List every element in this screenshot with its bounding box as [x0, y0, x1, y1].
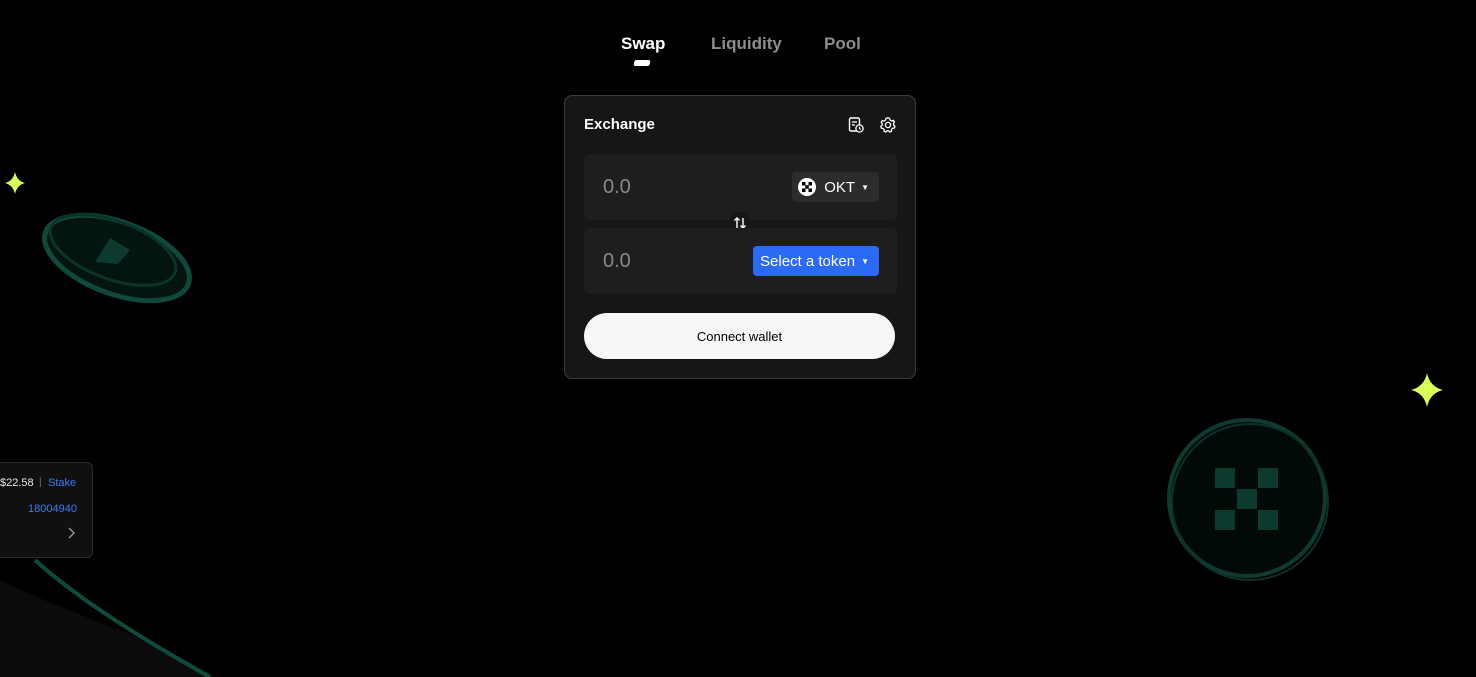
connect-wallet-button[interactable]: Connect wallet: [584, 313, 895, 359]
from-token-row: OKT ▼: [584, 154, 897, 220]
sparkle-icon: [5, 172, 25, 194]
caret-down-icon: ▼: [861, 182, 869, 192]
coin-decoration: [42, 212, 192, 304]
history-icon[interactable]: [847, 116, 865, 134]
token-info-widget: $22.58 | Stake 18004940: [0, 462, 93, 558]
tab-liquidity[interactable]: Liquidity: [711, 34, 782, 54]
tab-swap[interactable]: Swap: [621, 34, 665, 54]
okx-emblem-decoration: [1167, 418, 1329, 581]
chevron-right-icon[interactable]: [66, 526, 76, 540]
stake-link[interactable]: Stake: [48, 477, 76, 489]
select-token-button[interactable]: Select a token ▼: [753, 246, 879, 276]
exchange-title: Exchange: [584, 116, 655, 133]
from-token-symbol: OKT: [824, 178, 856, 196]
swap-nav-tabs: Swap Liquidity Pool: [600, 34, 880, 74]
from-amount-input[interactable]: [584, 154, 774, 220]
tab-pool[interactable]: Pool: [824, 34, 861, 54]
separator: |: [39, 477, 42, 488]
active-tab-indicator: [633, 60, 651, 66]
select-token-label: Select a token: [760, 252, 856, 270]
settings-gear-icon[interactable]: [879, 116, 897, 134]
sparkle-icon: [1411, 373, 1443, 407]
exchange-card: Exchange OKT ▼: [564, 95, 916, 379]
block-number-link[interactable]: 18004940: [28, 503, 77, 515]
from-token-selector[interactable]: OKT ▼: [792, 172, 879, 202]
caret-down-icon: ▼: [861, 256, 869, 266]
to-token-row: Select a token ▼: [584, 228, 897, 294]
arc-decoration: [0, 580, 215, 677]
okt-token-icon: [798, 178, 817, 196]
to-amount-input[interactable]: [584, 228, 774, 294]
token-price: $22.58: [0, 477, 34, 489]
